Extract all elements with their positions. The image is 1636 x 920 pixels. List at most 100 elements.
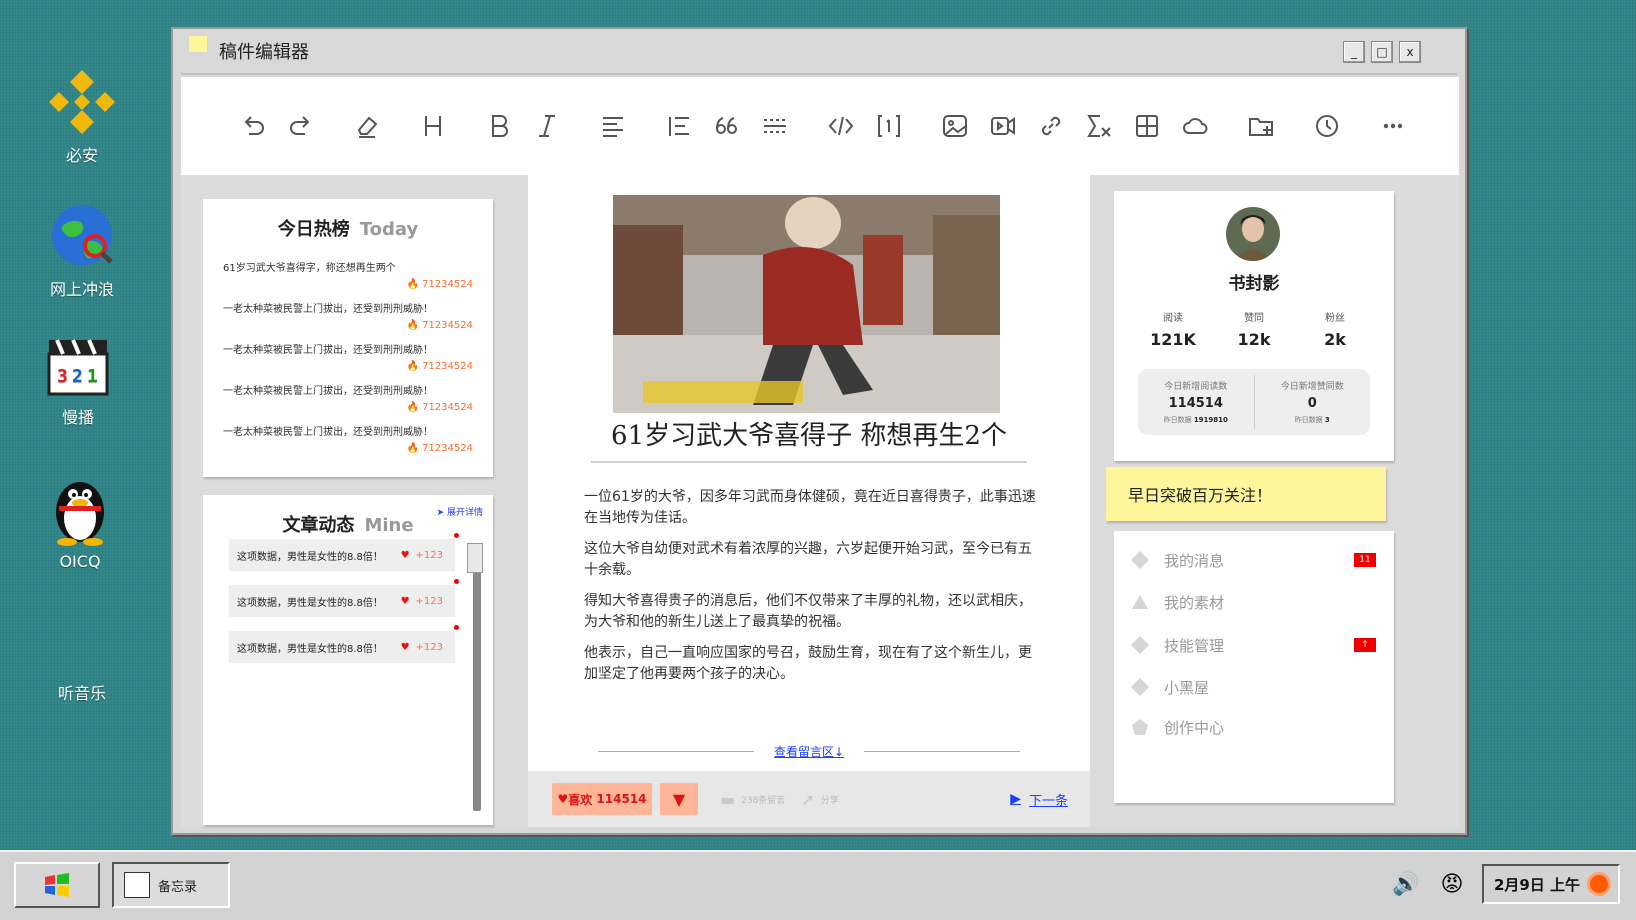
menu-item-materials[interactable]: 我的素材 <box>1132 587 1376 617</box>
like-button[interactable]: ♥ 喜欢 114514 <box>552 783 652 815</box>
code-icon[interactable] <box>823 108 859 144</box>
angry-face-icon[interactable]: 😡 <box>1436 868 1468 900</box>
menu-item-label: 小黑屋 <box>1164 678 1210 697</box>
menu-item-blackroom[interactable]: 小黑屋 <box>1130 672 1376 702</box>
cloud-icon[interactable] <box>1177 108 1213 144</box>
scrollbar-track[interactable] <box>473 543 481 811</box>
minimize-button[interactable]: _ <box>1343 41 1365 63</box>
menu-item-messages[interactable]: 我的消息 11 <box>1130 545 1376 575</box>
activity-card: ➤ 展开详情 文章动态 Mine 这项数据，男性是女性的8.8倍！ ♥ +123 这… <box>203 495 493 825</box>
taskbar-item-memo[interactable]: 备忘录 <box>112 862 230 908</box>
eraser-icon[interactable] <box>349 108 385 144</box>
task-label: 备忘录 <box>158 879 198 895</box>
window-title: 稿件编辑器 <box>219 42 309 63</box>
comments-section-link-row: 查看留言区↓ <box>598 743 1020 760</box>
heart-icon: ♥ <box>400 595 410 607</box>
menu-item-creator-center[interactable]: 创作中心 <box>1132 712 1376 742</box>
desktop-icon-binance[interactable]: 必安 <box>22 66 142 166</box>
link-icon[interactable] <box>1033 108 1069 144</box>
activity-item[interactable]: 这项数据，男性是女性的8.8倍！ ♥ +123 <box>229 625 459 663</box>
hot-list-item[interactable]: 一老太种菜被民警上门拔出，还受到刑刑威胁！ 🔥 71234524 <box>223 423 473 454</box>
start-button[interactable] <box>14 862 100 908</box>
close-button[interactable]: x <box>1399 41 1421 63</box>
desktop-icon-label: OICQ <box>59 552 101 571</box>
desktop-icon-music[interactable]: 听音乐 <box>22 680 142 704</box>
quote-icon[interactable] <box>709 108 745 144</box>
yesterday-label: 昨日数据 <box>1163 416 1192 424</box>
yesterday-value: 1919810 <box>1193 416 1228 424</box>
heading-icon[interactable] <box>415 108 451 144</box>
share-label: 分享 <box>820 795 839 806</box>
footnote-icon[interactable] <box>871 108 907 144</box>
triangle-down-icon: ▼ <box>672 789 686 809</box>
hot-list-item[interactable]: 一老太种菜被民警上门拔出，还受到刑刑威胁！ 🔥 71234524 <box>223 341 473 372</box>
desktop-icon-player[interactable]: 3 2 1 慢播 <box>18 328 138 428</box>
svg-text:3: 3 <box>57 366 68 387</box>
globe-icon <box>52 205 113 265</box>
activity-item[interactable]: 这项数据，男性是女性的8.8倍！ ♥ +123 <box>229 579 459 617</box>
hot-count-value: 71234524 <box>422 279 473 290</box>
desktop-icon-label: 听音乐 <box>57 684 106 703</box>
stat-followers: 粉丝 2k <box>1300 309 1370 349</box>
list-icon[interactable] <box>661 108 697 144</box>
scrollbar-thumb[interactable] <box>467 543 483 573</box>
unread-dot <box>454 579 459 584</box>
hot-item-count: 🔥 71234524 <box>223 361 473 372</box>
divider-icon[interactable] <box>757 108 793 144</box>
divider-line <box>864 751 1020 752</box>
stat-value: 121K <box>1150 330 1196 349</box>
play-icon: ▶ <box>1010 791 1021 807</box>
goal-banner: 早日突破百万关注！ <box>1106 467 1386 521</box>
article-footer: ♥ 喜欢 114514 ▼ ▬ 238条留言 ➚ 分享 ▶ 下一条 <box>528 771 1090 827</box>
hot-item-text: 一老太种菜被民警上门拔出，还受到刑刑威胁！ <box>223 304 433 315</box>
likes-value: +123 <box>415 641 443 653</box>
maximize-button[interactable]: □ <box>1371 41 1393 63</box>
heart-icon: ♥ <box>400 549 410 561</box>
hot-list-title: 今日热榜 Today <box>203 215 493 241</box>
more-icon[interactable] <box>1375 108 1411 144</box>
desktop-icon-browser[interactable]: 网上冲浪 <box>22 200 142 300</box>
undo-icon[interactable] <box>235 108 271 144</box>
dislike-button[interactable]: ▼ <box>660 783 698 815</box>
video-icon[interactable] <box>985 108 1021 144</box>
pentagon-icon <box>1132 719 1148 735</box>
next-article-link[interactable]: ▶ 下一条 <box>1010 790 1068 809</box>
hot-count-value: 71234524 <box>422 443 473 454</box>
diamond-icon <box>1130 677 1150 697</box>
likes-value: +123 <box>415 549 443 561</box>
article-paragraph: 得知大爷喜得贵子的消息后，他们不仅带来了丰厚的礼物，还以武相庆，为大爷和他的新生… <box>584 593 1032 630</box>
expand-details-link[interactable]: ➤ 展开详情 <box>437 505 483 518</box>
hot-list-subtitle: Today <box>359 219 419 240</box>
hot-list-item[interactable]: 一老太种菜被民警上门拔出，还受到刑刑威胁！ 🔥 71234524 <box>223 382 473 413</box>
diamond-icon <box>1130 550 1150 570</box>
comments-count[interactable]: ▬ 238条留言 <box>720 790 785 809</box>
clock[interactable]: 2月9日 上午 <box>1482 864 1620 904</box>
image-icon[interactable] <box>937 108 973 144</box>
share-button[interactable]: ➚ 分享 <box>801 790 838 809</box>
title-bar[interactable]: 稿件编辑器 _ □ x <box>173 29 1465 73</box>
stat-value: 2k <box>1324 330 1346 349</box>
formula-icon[interactable] <box>1081 108 1117 144</box>
italic-icon[interactable] <box>529 108 565 144</box>
table-icon[interactable] <box>1129 108 1165 144</box>
folder-add-icon[interactable] <box>1243 108 1279 144</box>
memo-icon <box>124 872 150 898</box>
activity-item-text: 这项数据，男性是女性的8.8倍！ <box>237 597 383 609</box>
activity-item-text: 这项数据，男性是女性的8.8倍！ <box>237 643 383 655</box>
today-label: 今日新增阅读数 <box>1164 382 1228 392</box>
activity-item[interactable]: 这项数据，男性是女性的8.8倍！ ♥ +123 <box>229 533 459 571</box>
view-comments-link[interactable]: 查看留言区↓ <box>754 743 864 760</box>
history-icon[interactable] <box>1309 108 1345 144</box>
menu-item-label: 我的素材 <box>1164 593 1225 612</box>
bold-icon[interactable] <box>481 108 517 144</box>
avatar[interactable] <box>1226 207 1280 261</box>
redo-icon[interactable] <box>283 108 319 144</box>
unread-dot <box>454 533 459 538</box>
align-icon[interactable] <box>595 108 631 144</box>
speaker-icon[interactable]: 🔊 <box>1390 868 1422 900</box>
hot-list-item[interactable]: 一老太种菜被民警上门拔出，还受到刑刑威胁！ 🔥 71234524 <box>223 300 473 331</box>
desktop-icon-oicq[interactable]: OICQ <box>20 470 140 571</box>
hot-list-item[interactable]: 61岁习武大爷喜得字，称还想再生两个 🔥 71234524 <box>223 259 473 290</box>
heart-icon: ♥ <box>400 641 410 653</box>
menu-item-skills[interactable]: 技能管理 ↑ <box>1130 630 1376 660</box>
